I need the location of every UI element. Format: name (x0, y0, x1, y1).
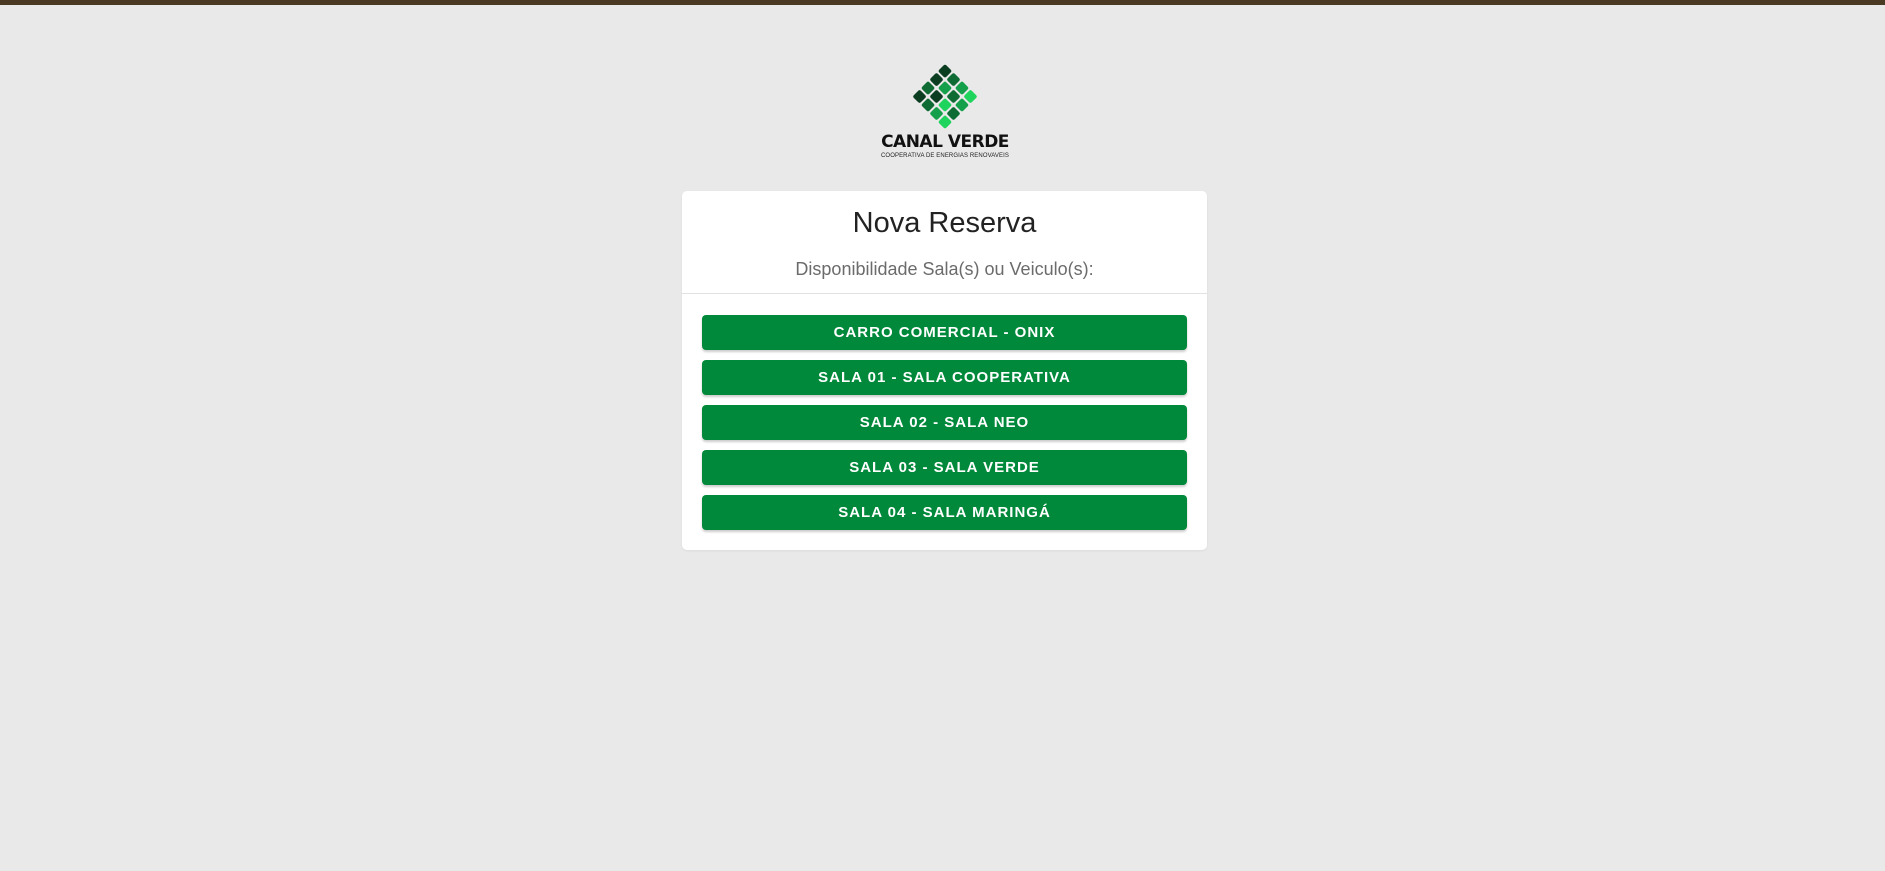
availability-subtitle: Disponibilidade Sala(s) ou Veiculo(s): (795, 259, 1094, 279)
resource-button-sala-02[interactable]: SALA 02 - SALA NEO (702, 405, 1187, 440)
logo-mark-icon (913, 64, 977, 129)
resource-button-sala-01[interactable]: SALA 01 - SALA COOPERATIVA (702, 360, 1187, 395)
resource-button-carro-onix[interactable]: CARRO COMERCIAL - ONIX (702, 315, 1187, 350)
divider (682, 293, 1207, 294)
page-title: Nova Reserva (852, 207, 1037, 239)
logo-title: CANAL VERDE (881, 132, 1009, 152)
top-bar (0, 0, 1885, 5)
logo-subtitle: COOPERATIVA DE ENERGIAS RENOVAVEIS (881, 153, 1009, 159)
reservation-card: Nova Reserva Disponibilidade Sala(s) ou … (682, 191, 1207, 550)
resource-button-sala-04[interactable]: SALA 04 - SALA MARINGÁ (702, 495, 1187, 530)
canal-verde-logo: CANAL VERDE COOPERATIVA DE ENERGIAS RENO… (870, 62, 1020, 162)
resource-list: CARRO COMERCIAL - ONIX SALA 01 - SALA CO… (702, 315, 1187, 540)
resource-button-sala-03[interactable]: SALA 03 - SALA VERDE (702, 450, 1187, 485)
